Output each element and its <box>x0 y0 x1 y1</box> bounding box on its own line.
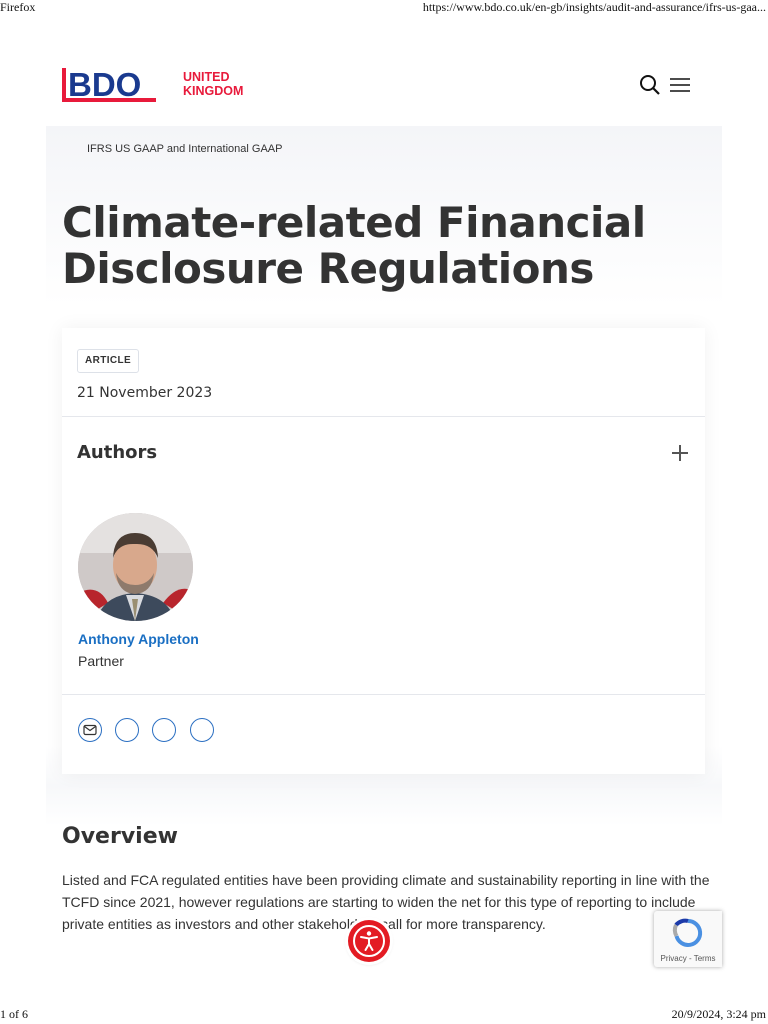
overview-heading: Overview <box>62 824 178 849</box>
print-timestamp: 20/9/2024, 3:24 pm <box>671 1007 766 1021</box>
share-button[interactable] <box>190 718 214 742</box>
recaptcha-icon <box>672 918 703 947</box>
author-role: Partner <box>78 653 124 669</box>
bdo-logo[interactable]: BDO <box>62 66 156 104</box>
country-line-2: KINGDOM <box>183 84 244 98</box>
email-share-button[interactable] <box>78 718 102 742</box>
divider <box>62 694 705 695</box>
plus-icon <box>672 445 688 461</box>
accessibility-button[interactable] <box>348 920 390 962</box>
accessibility-icon <box>353 925 385 957</box>
recaptcha-links[interactable]: Privacy - Terms <box>654 954 722 963</box>
hamburger-menu-icon[interactable] <box>668 73 692 97</box>
author-avatar[interactable] <box>78 513 193 621</box>
email-icon <box>83 724 97 736</box>
share-button[interactable] <box>152 718 176 742</box>
breadcrumb[interactable]: IFRS US GAAP and International GAAP <box>87 143 282 155</box>
logo-text: BDO <box>68 66 141 103</box>
search-icon[interactable] <box>638 73 662 97</box>
page-title: Climate-related Financial Disclosure Reg… <box>62 198 646 293</box>
print-header-left: Firefox <box>0 0 36 14</box>
author-name-link[interactable]: Anthony Appleton <box>78 631 199 647</box>
article-type-badge: ARTICLE <box>77 349 140 373</box>
share-button[interactable] <box>115 718 139 742</box>
authors-accordion-toggle[interactable]: Authors <box>62 417 705 489</box>
publish-date: 21 November 2023 <box>77 385 213 401</box>
country-line-1: UNITED <box>183 70 230 84</box>
site-header: BDO UNITED KINGDOM <box>62 60 706 110</box>
print-page-count: 1 of 6 <box>0 1007 28 1021</box>
authors-heading: Authors <box>77 442 158 463</box>
country-label[interactable]: UNITED KINGDOM <box>183 70 243 98</box>
recaptcha-badge[interactable]: Privacy - Terms <box>654 911 722 967</box>
print-header-url: https://www.bdo.co.uk/en-gb/insights/aud… <box>422 0 766 14</box>
article-meta-card: ARTICLE 21 November 2023 Authors Anthony… <box>62 328 705 774</box>
